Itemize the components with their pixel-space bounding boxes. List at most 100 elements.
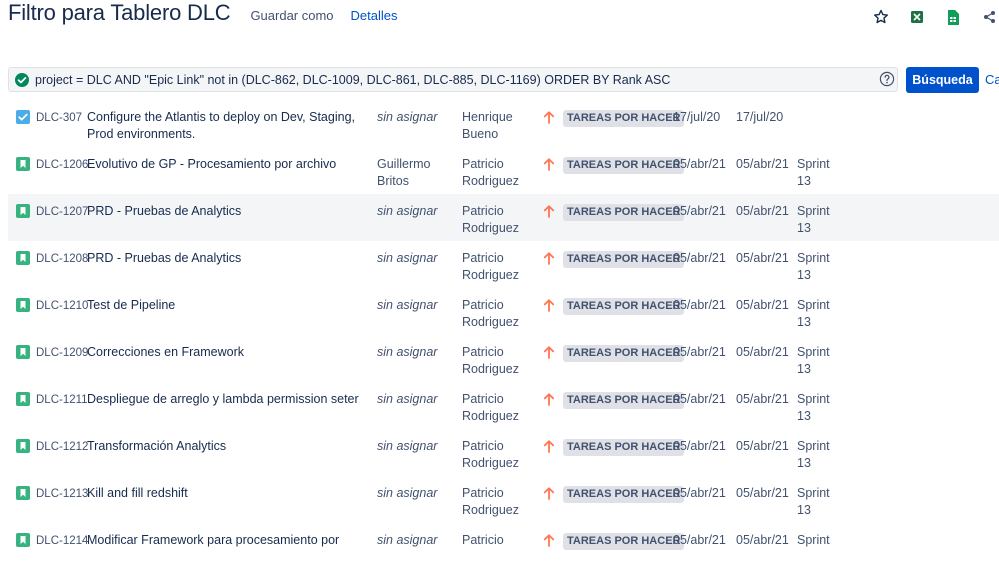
issue-key-link[interactable]: DLC-1209 bbox=[36, 345, 88, 362]
priority-high-arrow-icon bbox=[543, 533, 555, 547]
priority-high-arrow-icon bbox=[543, 486, 555, 500]
sheets-export-icon[interactable] bbox=[943, 7, 963, 27]
status-lozenge-text: TAREAS POR HACER bbox=[563, 251, 685, 268]
jql-query-text: project = DLC AND "Epic Link" not in (DL… bbox=[35, 72, 671, 87]
issue-key-link[interactable]: DLC-1210 bbox=[36, 298, 88, 315]
status-badge: TAREAS POR HACER bbox=[563, 391, 685, 409]
issue-reporter: Henrique Bueno bbox=[462, 110, 513, 141]
details-link[interactable]: Detalles bbox=[351, 8, 398, 23]
excel-export-icon[interactable] bbox=[907, 7, 927, 27]
issue-assignee: sin asignar bbox=[377, 345, 438, 359]
search-button[interactable]: Búsqueda bbox=[906, 67, 979, 93]
issue-summary-link[interactable]: Transformación Analytics bbox=[87, 438, 367, 455]
status-lozenge-text: TAREAS POR HACER bbox=[563, 110, 685, 127]
issue-reporter: Patricio Rodriguez bbox=[462, 251, 519, 282]
issue-assignee: sin asignar bbox=[377, 533, 438, 547]
status-badge: TAREAS POR HACER bbox=[563, 297, 685, 315]
cancel-link[interactable]: Ca bbox=[985, 72, 999, 87]
issue-key-link[interactable]: DLC-1214 bbox=[36, 533, 88, 550]
issue-assignee: Guillermo Britos bbox=[377, 157, 431, 188]
story-type-icon bbox=[16, 392, 30, 406]
issue-key-link[interactable]: DLC-1208 bbox=[36, 251, 88, 268]
issue-updated-date: 05/abr/21 bbox=[736, 486, 789, 500]
status-lozenge-text: TAREAS POR HACER bbox=[563, 204, 685, 221]
issue-summary-link[interactable]: PRD - Pruebas de Analytics bbox=[87, 250, 367, 267]
issue-updated-date: 05/abr/21 bbox=[736, 298, 789, 312]
issue-updated-date: 17/jul/20 bbox=[736, 110, 784, 124]
issue-summary-link[interactable]: Evolutivo de GP - Procesamiento por arch… bbox=[87, 156, 367, 173]
save-as-link[interactable]: Guardar como bbox=[250, 8, 333, 23]
priority-high-arrow-icon bbox=[543, 439, 555, 453]
jql-query-input[interactable]: project = DLC AND "Epic Link" not in (DL… bbox=[8, 67, 898, 92]
issue-reporter: Patricio Rodriguez bbox=[462, 439, 519, 470]
issue-assignee: sin asignar bbox=[377, 298, 438, 312]
status-badge: TAREAS POR HACER bbox=[563, 532, 685, 550]
issue-updated-date: 05/abr/21 bbox=[736, 204, 789, 218]
priority-high-arrow-icon bbox=[543, 110, 555, 124]
issue-key-link[interactable]: DLC-1211 bbox=[36, 392, 88, 409]
issue-assignee: sin asignar bbox=[377, 392, 438, 406]
issue-summary-link[interactable]: Correcciones en Framework bbox=[87, 344, 367, 361]
status-badge: TAREAS POR HACER bbox=[563, 250, 685, 268]
issue-assignee: sin asignar bbox=[377, 204, 438, 218]
status-lozenge-text: TAREAS POR HACER bbox=[563, 439, 685, 456]
table-row[interactable]: DLC-1214 Modificar Framework para procesa… bbox=[8, 523, 999, 570]
issue-sprint: Sprint 13 bbox=[797, 439, 830, 470]
issue-sprint: Sprint bbox=[797, 533, 830, 547]
story-type-icon bbox=[16, 204, 30, 218]
valid-query-icon bbox=[15, 72, 29, 87]
story-type-icon bbox=[16, 439, 30, 453]
issue-assignee: sin asignar bbox=[377, 486, 438, 500]
table-row[interactable]: DLC-1206 Evolutivo de GP - Procesamiento … bbox=[8, 147, 999, 194]
issue-summary-link[interactable]: Kill and fill redshift bbox=[87, 485, 367, 502]
status-badge: TAREAS POR HACER bbox=[563, 485, 685, 503]
help-icon[interactable] bbox=[879, 71, 895, 87]
table-row[interactable]: DLC-307 Configure the Atlantis to deploy … bbox=[8, 100, 999, 147]
top-toolbar bbox=[855, 7, 999, 27]
issue-reporter: Patricio Rodriguez bbox=[462, 392, 519, 423]
issue-summary-link[interactable]: Configure the Atlantis to deploy on Dev,… bbox=[87, 109, 367, 143]
story-type-icon bbox=[16, 157, 30, 171]
issue-summary-link[interactable]: Test de Pipeline bbox=[87, 297, 367, 314]
issue-reporter: Patricio Rodriguez bbox=[462, 298, 519, 329]
issue-summary-link[interactable]: Despliegue de arreglo y lambda permissio… bbox=[87, 391, 367, 408]
status-badge: TAREAS POR HACER bbox=[563, 438, 685, 456]
issue-key-link[interactable]: DLC-1212 bbox=[36, 439, 88, 456]
issue-created-date: 17/jul/20 bbox=[673, 110, 721, 124]
issue-table: DLC-307 Configure the Atlantis to deploy … bbox=[8, 100, 999, 570]
story-type-icon bbox=[16, 298, 30, 312]
status-lozenge-text: TAREAS POR HACER bbox=[563, 486, 685, 503]
issue-created-date: 05/abr/21 bbox=[673, 298, 726, 312]
issue-key-link[interactable]: DLC-307 bbox=[36, 110, 82, 127]
issue-summary-link[interactable]: Modificar Framework para procesamiento p… bbox=[87, 532, 367, 549]
share-icon[interactable] bbox=[979, 7, 999, 27]
table-row[interactable]: DLC-1210 Test de Pipeline sin asignar Patri… bbox=[8, 288, 999, 335]
star-icon[interactable] bbox=[871, 7, 891, 27]
issue-key-link[interactable]: DLC-1206 bbox=[36, 157, 88, 174]
issue-summary-link[interactable]: PRD - Pruebas de Analytics bbox=[87, 203, 367, 220]
issue-reporter: Patricio bbox=[462, 533, 504, 547]
issue-sprint: Sprint 13 bbox=[797, 486, 830, 517]
issue-reporter: Patricio Rodriguez bbox=[462, 345, 519, 376]
story-type-icon bbox=[16, 486, 30, 500]
priority-high-arrow-icon bbox=[543, 392, 555, 406]
table-row[interactable]: DLC-1212 Transformación Analytics sin asig… bbox=[8, 429, 999, 476]
table-row[interactable]: DLC-1213 Kill and fill redshift sin asigna… bbox=[8, 476, 999, 523]
story-type-icon bbox=[16, 533, 30, 547]
issue-key-link[interactable]: DLC-1207 bbox=[36, 204, 88, 221]
story-type-icon bbox=[16, 345, 30, 359]
table-row[interactable]: DLC-1208 PRD - Pruebas de Analytics sin as… bbox=[8, 241, 999, 288]
issue-reporter: Patricio Rodriguez bbox=[462, 486, 519, 517]
issue-reporter: Patricio Rodriguez bbox=[462, 157, 519, 188]
issue-created-date: 05/abr/21 bbox=[673, 392, 726, 406]
table-row[interactable]: DLC-1211 Despliegue de arreglo y lambda p… bbox=[8, 382, 999, 429]
issue-created-date: 05/abr/21 bbox=[673, 251, 726, 265]
status-badge: TAREAS POR HACER bbox=[563, 203, 685, 221]
issue-key-link[interactable]: DLC-1213 bbox=[36, 486, 88, 503]
issue-sprint: Sprint 13 bbox=[797, 298, 830, 329]
priority-high-arrow-icon bbox=[543, 204, 555, 218]
priority-high-arrow-icon bbox=[543, 298, 555, 312]
table-row[interactable]: DLC-1207 PRD - Pruebas de Analytics sin as… bbox=[8, 194, 999, 241]
table-row[interactable]: DLC-1209 Correcciones en Framework sin asi… bbox=[8, 335, 999, 382]
page-header: Filtro para Tablero DLC Guardar como Det… bbox=[8, 0, 398, 34]
